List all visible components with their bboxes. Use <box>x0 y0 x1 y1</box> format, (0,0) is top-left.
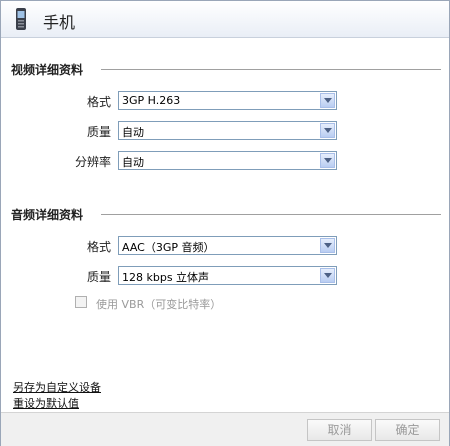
title-bar: 手机 <box>1 1 449 38</box>
video-format-select[interactable]: 3GP H.263 <box>118 91 337 110</box>
vbr-label: 使用 VBR（可变比特率） <box>96 298 222 311</box>
save-as-custom-device-link[interactable]: 另存为自定义设备 <box>13 379 101 395</box>
audio-section-divider <box>101 214 441 215</box>
audio-format-value: AAC（3GP 音频） <box>122 241 215 254</box>
audio-section-header: 音频详细资料 <box>11 208 84 222</box>
video-section-header: 视频详细资料 <box>11 63 84 77</box>
video-quality-select[interactable]: 自动 <box>118 121 337 140</box>
chevron-down-icon[interactable] <box>320 238 335 253</box>
video-resolution-select[interactable]: 自动 <box>118 151 337 170</box>
chevron-down-icon[interactable] <box>320 123 335 138</box>
audio-quality-label: 质量 <box>86 270 111 284</box>
chevron-down-icon[interactable] <box>320 153 335 168</box>
audio-quality-select[interactable]: 128 kbps 立体声 <box>118 266 337 285</box>
video-format-label: 格式 <box>86 95 111 109</box>
ok-button[interactable]: 确定 <box>375 419 440 441</box>
video-resolution-label: 分辨率 <box>74 155 111 169</box>
audio-format-select[interactable]: AAC（3GP 音频） <box>118 236 337 255</box>
mobile-phone-icon <box>16 8 26 30</box>
chevron-down-icon[interactable] <box>320 268 335 283</box>
window-title: 手机 <box>43 13 76 32</box>
audio-format-label: 格式 <box>86 240 111 254</box>
reset-to-default-link[interactable]: 重设为默认值 <box>13 395 79 411</box>
video-quality-label: 质量 <box>86 125 111 139</box>
vbr-checkbox[interactable] <box>75 296 87 308</box>
cancel-button[interactable]: 取消 <box>307 419 372 441</box>
video-quality-value: 自动 <box>122 126 144 139</box>
audio-quality-value: 128 kbps 立体声 <box>122 271 210 284</box>
video-section-divider <box>101 69 441 70</box>
phone-settings-window: 手机 视频详细资料 格式 3GP H.263 质量 自动 分辨率 自动 音频详细… <box>0 0 450 446</box>
chevron-down-icon[interactable] <box>320 93 335 108</box>
video-format-value: 3GP H.263 <box>122 94 181 107</box>
video-resolution-value: 自动 <box>122 156 144 169</box>
